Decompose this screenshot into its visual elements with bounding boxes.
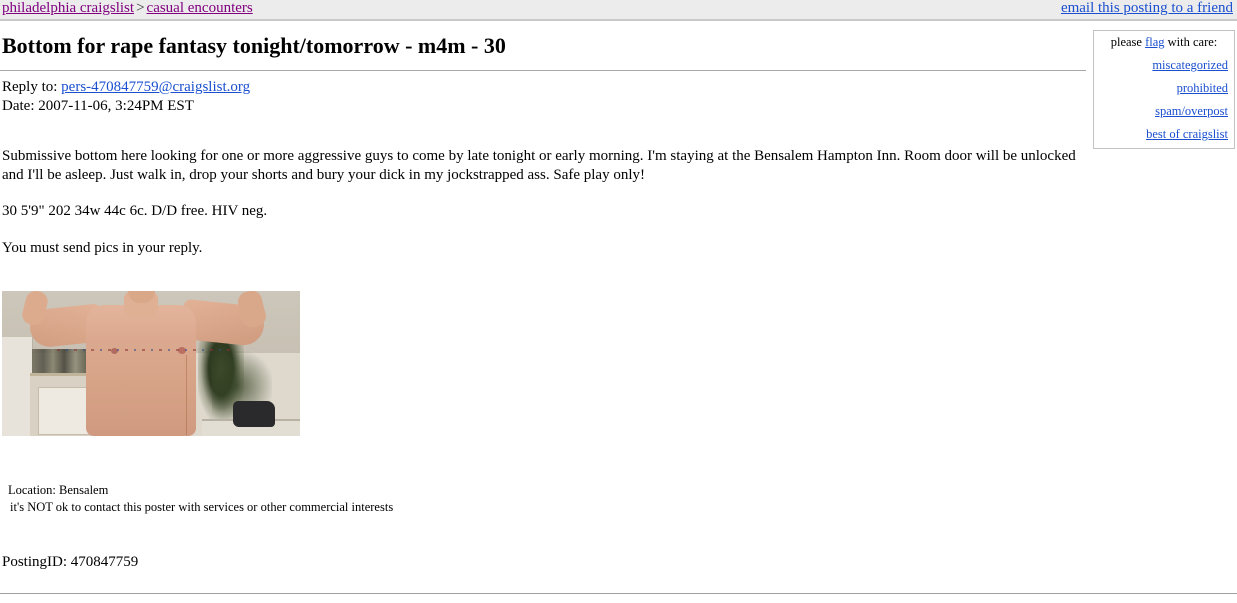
posting-photo-image (2, 291, 300, 436)
flag-reason-item: miscategorized (1100, 58, 1228, 73)
photo-shelf-items (32, 349, 94, 374)
no-contact-notice: it's NOT ok to contact this poster with … (10, 500, 394, 514)
flag-heading-after: with care: (1164, 35, 1218, 49)
posting-photo[interactable] (2, 291, 300, 436)
body-paragraph-1: Submissive bottom here looking for one o… (2, 148, 1076, 183)
breadcrumb-category-link[interactable]: casual encounters (147, 0, 253, 16)
flag-reason-item: spam/overpost (1100, 104, 1228, 119)
location-line: Location: Bensalem (8, 483, 109, 497)
page-title: Bottom for rape fantasy tonight/tomorrow… (2, 33, 506, 58)
flag-reason-item: best of craigslist (1100, 127, 1228, 142)
flag-best-of-craigslist-link[interactable]: best of craigslist (1146, 127, 1228, 141)
flag-spam-overpost-link[interactable]: spam/overpost (1155, 104, 1228, 118)
flag-reason-item: prohibited (1100, 81, 1228, 96)
flag-link[interactable]: flag (1145, 35, 1164, 49)
photo-torso (86, 305, 196, 436)
flag-box: please flag with care: miscategorized pr… (1093, 30, 1235, 149)
photo-scanline-artifact (57, 349, 232, 351)
photo-fridge (2, 337, 33, 436)
posting-main-column: Bottom for rape fantasy tonight/tomorrow… (0, 21, 1086, 257)
posting-date: Date: 2007-11-06, 3:24PM EST (2, 98, 194, 114)
photo-counter-panel (38, 387, 92, 435)
body-paragraph-2: 30 5'9" 202 34w 44c 6c. D/D free. HIV ne… (2, 203, 268, 219)
top-breadcrumb-bar: philadelphia craigslist > casual encounter… (0, 0, 1237, 21)
body-paragraph-3: You must send pics in your reply. (2, 239, 203, 256)
email-this-posting-link[interactable]: email this posting to a friend (1061, 0, 1233, 16)
breadcrumb-separator: > (136, 0, 145, 16)
breadcrumb: philadelphia craigslist > casual encounter… (2, 0, 253, 18)
reply-to-line: Reply to: pers-470847759@craigslist.org (0, 71, 1086, 97)
reply-to-label: Reply to: (2, 79, 58, 95)
reply-to-email-link[interactable]: pers-470847759@craigslist.org (61, 79, 250, 95)
page-bottom-divider (0, 593, 1237, 594)
flag-prohibited-link[interactable]: prohibited (1177, 81, 1228, 95)
flag-miscategorized-link[interactable]: miscategorized (1152, 58, 1228, 72)
photo-vertical-artifact (186, 355, 187, 435)
flag-box-heading: please flag with care: (1100, 35, 1228, 50)
flag-reason-list: miscategorized prohibited spam/overpost … (1100, 58, 1228, 142)
email-friend-container: email this posting to a friend (1061, 0, 1233, 18)
photo-dark-cloth (233, 401, 275, 427)
posting-meta: Location: Bensalem it's NOT ok to contac… (8, 482, 393, 516)
posting-body: Submissive bottom here looking for one o… (0, 147, 1086, 257)
flag-heading-before: please (1110, 35, 1146, 49)
posting-id: PostingID: 470847759 (2, 554, 139, 570)
breadcrumb-site-link[interactable]: philadelphia craigslist (2, 0, 134, 16)
